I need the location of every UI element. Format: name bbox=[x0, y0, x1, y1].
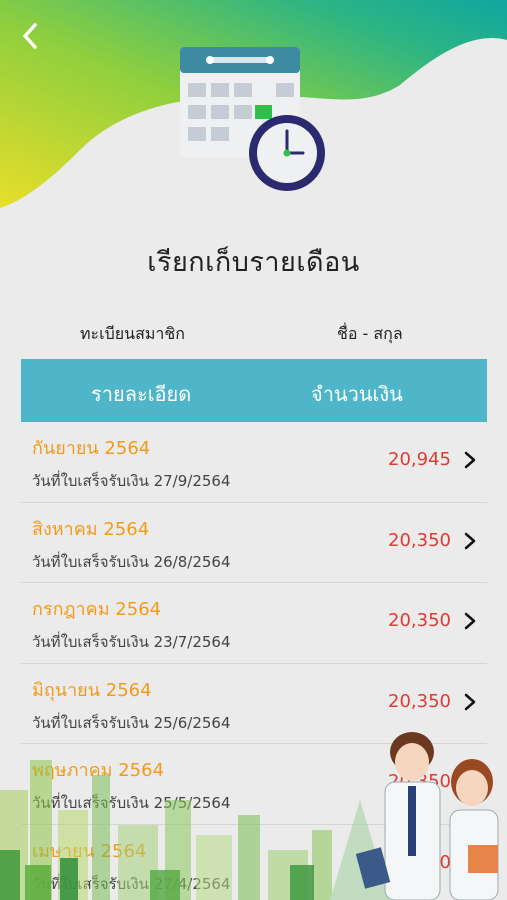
column-detail-header: รายละเอียด bbox=[91, 382, 192, 406]
receipt-date: วันที่ใบเสร็จรับเงิน 25/6/2564 bbox=[32, 713, 231, 732]
list-item[interactable]: กรกฎาคม 2564 วันที่ใบเสร็จรับเงิน 23/7/2… bbox=[21, 583, 487, 664]
receipt-date: วันที่ใบเสร็จรับเงิน 27/9/2564 bbox=[32, 472, 231, 490]
billing-amount: 20,350 bbox=[388, 610, 451, 631]
list-item[interactable]: เมษายน 2564 วันที่ใบเสร็จรับเงิน 27/4/25… bbox=[21, 825, 487, 900]
chevron-right-icon bbox=[464, 693, 476, 710]
chevron-right-icon bbox=[464, 451, 476, 469]
list-item[interactable]: สิงหาคม 2564 วันที่ใบเสร็จรับเงิน 26/8/2… bbox=[21, 503, 487, 583]
billing-month: สิงหาคม 2564 bbox=[32, 518, 150, 540]
receipt-date: วันที่ใบเสร็จรับเงิน 27/4/2564 bbox=[32, 874, 231, 893]
billing-month: มิถุนายน 2564 bbox=[32, 679, 152, 701]
calendar-clock-icon bbox=[180, 47, 325, 191]
billing-amount: 20,350 bbox=[388, 690, 451, 712]
receipt-date: วันที่ใบเสร็จรับเงิน 23/7/2564 bbox=[32, 633, 231, 651]
billing-amount: 20,350 bbox=[388, 529, 451, 551]
chevron-right-icon bbox=[464, 612, 476, 630]
chevron-right-icon bbox=[464, 773, 476, 791]
member-id-label: ทะเบียนสมาชิก bbox=[80, 324, 185, 343]
billing-month: กันยายน 2564 bbox=[32, 438, 151, 459]
billing-month: พฤษภาคม 2564 bbox=[32, 760, 165, 781]
list-item[interactable]: พฤษภาคม 2564 วันที่ใบเสร็จรับเงิน 25/5/2… bbox=[21, 744, 487, 825]
receipt-date: วันที่ใบเสร็จรับเงิน 26/8/2564 bbox=[32, 552, 231, 571]
member-name-label: ชื่อ - สกุล bbox=[337, 324, 403, 343]
billing-list: กันยายน 2564 วันที่ใบเสร็จรับเงิน 27/9/2… bbox=[21, 422, 487, 900]
list-item[interactable]: กันยายน 2564 วันที่ใบเสร็จรับเงิน 27/9/2… bbox=[21, 422, 487, 503]
column-amount-header: จำนวนเงิน bbox=[311, 382, 403, 406]
billing-amount: 20,945 bbox=[388, 449, 451, 470]
chevron-left-icon bbox=[23, 23, 37, 49]
billing-month: เมษายน 2564 bbox=[32, 840, 147, 862]
billing-month: กรกฎาคม 2564 bbox=[32, 599, 162, 620]
back-button[interactable] bbox=[10, 16, 50, 56]
billing-amount: 20,350 bbox=[388, 771, 451, 792]
table-header: รายละเอียด จำนวนเงิน bbox=[21, 359, 487, 422]
receipt-date: วันที่ใบเสร็จรับเงิน 25/5/2564 bbox=[32, 794, 231, 812]
chevron-right-icon bbox=[464, 532, 476, 549]
list-item[interactable]: มิถุนายน 2564 วันที่ใบเสร็จรับเงิน 25/6/… bbox=[21, 664, 487, 744]
member-info: ทะเบียนสมาชิก ชื่อ - สกุล bbox=[0, 322, 507, 348]
billing-amount: 20,350 bbox=[388, 851, 451, 873]
page-title: เรียกเก็บรายเดือน bbox=[147, 247, 360, 278]
chevron-right-icon bbox=[464, 854, 476, 871]
